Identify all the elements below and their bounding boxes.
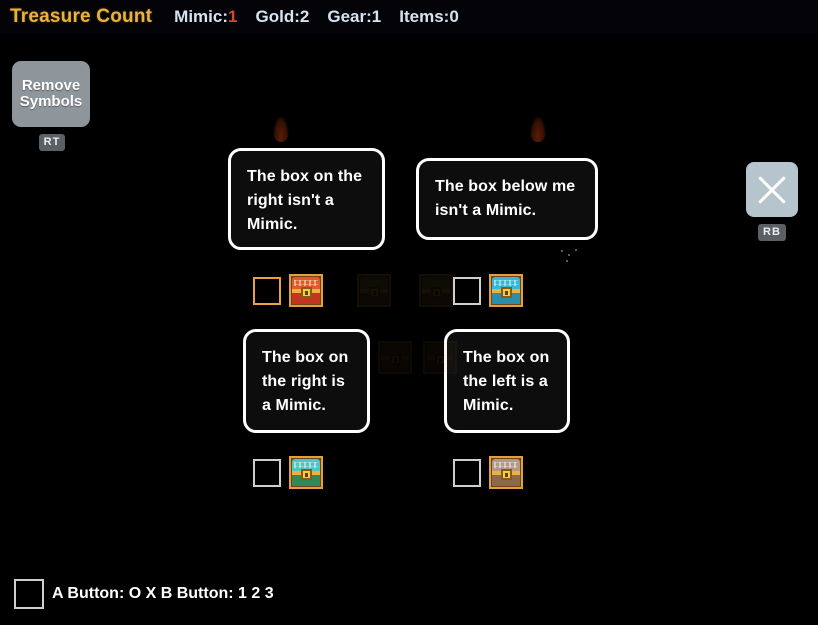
chest-lid-scribble [494, 280, 518, 286]
stat-gear-label: Gear: [327, 7, 372, 26]
chest-slot-row1-dim-b [419, 274, 453, 307]
stat-mimic: Mimic:1 [174, 7, 237, 27]
remove-symbols-label-line2: Symbols [19, 93, 83, 110]
button-legend: A Button: O X B Button: 1 2 3 [14, 579, 274, 609]
chest-lock-icon [389, 354, 401, 365]
treasure-chest-green[interactable] [289, 456, 323, 489]
remove-symbols-button[interactable]: Remove Symbols [12, 61, 90, 127]
treasure-chest-cyan[interactable] [489, 274, 523, 307]
chest-slot-row1-dim-a [357, 274, 391, 307]
sparkle-speck [561, 250, 563, 252]
flame-decoration-left [273, 116, 289, 142]
chest-checkbox-row1-col2[interactable] [453, 276, 481, 305]
rb-button-hint: RB [758, 224, 786, 241]
flame-decoration-right [530, 116, 546, 142]
stat-gold-label: Gold: [255, 7, 300, 26]
stat-items-label: Items: [399, 7, 450, 26]
chest-slot-row1-col2[interactable] [453, 274, 523, 307]
treasure-chest-dim [419, 274, 453, 307]
chest-lid-scribble [494, 462, 518, 468]
chest-lid-scribble [294, 462, 318, 468]
sparkle-speck [566, 260, 568, 262]
chest-slot-row2-dim-b [423, 341, 457, 374]
hud-bar: Treasure Count Mimic:1 Gold:2 Gear:1 Ite… [0, 0, 818, 34]
stat-gold-value: 2 [299, 7, 310, 26]
treasure-chest-dim [378, 341, 412, 374]
close-control[interactable]: RB [744, 162, 800, 241]
remove-symbols-control[interactable]: Remove Symbols RT [12, 61, 92, 151]
legend-checkbox[interactable] [14, 579, 44, 609]
speech-bubble-bottom-left[interactable]: The box on the right is a Mimic. [243, 329, 370, 433]
stat-items: Items:0 [399, 7, 459, 27]
stat-gear: Gear:1 [327, 7, 381, 27]
chest-lock-icon [500, 469, 512, 480]
speech-bubble-top-right[interactable]: The box below me isn't a Mimic. [416, 158, 598, 240]
chest-lock-icon [500, 287, 512, 298]
close-button[interactable] [746, 162, 798, 217]
chest-slot-row2-col2[interactable] [453, 456, 523, 489]
chest-slot-row2-col1[interactable] [253, 456, 323, 489]
chest-lid-scribble [294, 280, 318, 286]
stat-mimic-label: Mimic: [174, 7, 229, 26]
treasure-chest-red[interactable] [289, 274, 323, 307]
bottom-bar: A Button: O X B Button: 1 2 3 Switchntd.… [0, 565, 818, 625]
rt-button-hint: RT [38, 134, 66, 151]
sparkle-speck [575, 249, 577, 251]
chest-checkbox-row2-col1[interactable] [253, 458, 281, 487]
treasure-chest-dim [423, 341, 457, 374]
stat-mimic-value: 1 [228, 7, 238, 26]
stat-items-value: 0 [449, 7, 459, 26]
chest-lock-icon [300, 287, 312, 298]
chest-lock-icon [300, 469, 312, 480]
chest-slot-row2-dim-a [378, 341, 412, 374]
remove-symbols-label-line1: Remove [21, 76, 81, 94]
stat-gear-value: 1 [371, 7, 382, 26]
game-screen: Treasure Count Mimic:1 Gold:2 Gear:1 Ite… [0, 0, 818, 625]
chest-lock-icon [368, 287, 380, 298]
speech-bubble-top-left[interactable]: The box on the right isn't a Mimic. [228, 148, 385, 250]
legend-label: A Button: O X B Button: 1 2 3 [52, 585, 274, 602]
chest-lock-icon [430, 287, 442, 298]
sparkle-speck [568, 254, 570, 256]
chest-slot-row1-col1[interactable] [253, 274, 323, 307]
chest-checkbox-row1-col1[interactable] [253, 276, 281, 305]
treasure-chest-dim [357, 274, 391, 307]
chest-checkbox-row2-col2[interactable] [453, 458, 481, 487]
treasure-chest-brown[interactable] [489, 456, 523, 489]
treasure-count-title: Treasure Count [10, 6, 153, 27]
stat-gold: Gold:2 [255, 7, 309, 27]
chest-lock-icon [434, 354, 446, 365]
speech-bubble-bottom-right[interactable]: The box on the left is a Mimic. [444, 329, 570, 433]
